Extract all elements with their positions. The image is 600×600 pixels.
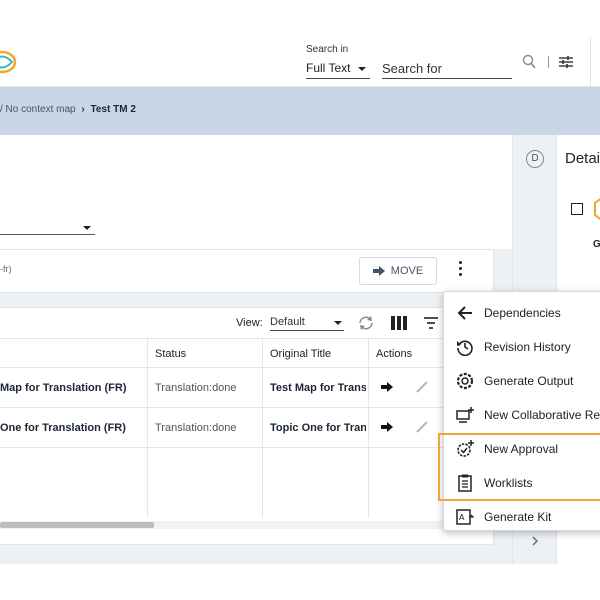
- menu-item-label: Dependencies: [484, 306, 561, 320]
- search-scope-select[interactable]: Full Text: [306, 59, 370, 79]
- chevron-right-icon[interactable]: [530, 535, 540, 547]
- row-status: Translation:done: [155, 382, 237, 394]
- menu-item-generate-output[interactable]: Generate Output: [444, 364, 600, 398]
- menu-item-generate-kit[interactable]: A Generate Kit: [444, 500, 600, 534]
- row-original-title: Topic One for Translation: [270, 422, 366, 434]
- view-value: Default: [270, 316, 305, 328]
- arrow-right-icon[interactable]: [381, 382, 393, 392]
- menu-item-revision-history[interactable]: Revision History: [444, 330, 600, 364]
- row-status: Translation:done: [155, 422, 237, 434]
- history-icon: [457, 340, 473, 356]
- horizontal-scrollbar[interactable]: [0, 521, 494, 529]
- details-badge[interactable]: D: [526, 150, 544, 168]
- row-title[interactable]: Map for Translation (FR): [0, 382, 145, 394]
- menu-item-new-collaborative-review[interactable]: New Collaborative Review: [444, 398, 600, 432]
- caret-down-icon: [83, 226, 91, 230]
- move-label: MOVE: [390, 265, 424, 277]
- gear-output-icon: [456, 372, 474, 390]
- app-window: Search in Full Text Search for / No cont…: [0, 37, 600, 564]
- view-label: View:: [236, 317, 263, 329]
- translate-kit-icon: A: [456, 509, 474, 525]
- results-table-panel: View: Default Status Original Title Acti…: [0, 307, 494, 545]
- main-content: -fr) MOVE View: Default Status Original …: [0, 135, 512, 564]
- search-in-label: Search in: [306, 44, 349, 55]
- row-original-title: Test Map for Translation: [270, 382, 366, 394]
- breadcrumb-separator-icon: ›: [81, 104, 85, 115]
- table-header: Status Original Title Actions: [0, 338, 494, 368]
- scrollbar-thumb[interactable]: [0, 522, 154, 528]
- menu-item-label: New Collaborative Review: [484, 408, 600, 422]
- row-title[interactable]: One for Translation (FR): [0, 422, 145, 434]
- menu-item-dependencies[interactable]: Dependencies: [444, 296, 600, 330]
- breadcrumb-path[interactable]: / No context map: [0, 104, 76, 115]
- filter-icon[interactable]: [424, 317, 438, 329]
- column-header-original-title[interactable]: Original Title: [270, 348, 331, 360]
- hexagon-icon: [594, 198, 600, 220]
- search-icon[interactable]: [522, 54, 536, 70]
- context-panel: [0, 135, 512, 249]
- detail-checkbox[interactable]: [571, 203, 583, 215]
- table-row[interactable]: One for Translation (FR) Translation:don…: [0, 408, 494, 448]
- arrow-right-icon: [372, 266, 385, 276]
- search-input[interactable]: Search for: [382, 59, 512, 79]
- table-row[interactable]: Map for Translation (FR) Translation:don…: [0, 368, 494, 408]
- menu-item-label: Generate Output: [484, 374, 574, 388]
- svg-text:A: A: [459, 513, 465, 522]
- caret-down-icon: [334, 321, 342, 325]
- search-scope-value: Full Text: [306, 61, 351, 75]
- caret-down-icon: [358, 67, 366, 71]
- highlight-outline: [438, 433, 600, 501]
- details-title: Details: [565, 150, 600, 167]
- column-header-status[interactable]: Status: [155, 348, 186, 360]
- context-select[interactable]: [0, 221, 95, 235]
- menu-item-label: Revision History: [484, 340, 571, 354]
- breadcrumb-bar: / No context map › Test TM 2: [0, 87, 600, 135]
- view-select[interactable]: Default: [270, 315, 344, 331]
- header-divider: [548, 56, 549, 68]
- arrow-left-icon: [457, 306, 472, 320]
- pencil-icon[interactable]: [415, 380, 429, 394]
- filter-settings-icon[interactable]: [558, 54, 574, 70]
- column-header-actions: Actions: [376, 348, 413, 360]
- more-options-icon[interactable]: [458, 261, 464, 281]
- breadcrumb-current: Test TM 2: [90, 104, 136, 115]
- breadcrumb: / No context map › Test TM 2: [0, 104, 136, 115]
- app-header: Search in Full Text Search for: [0, 37, 600, 87]
- pencil-icon[interactable]: [415, 420, 429, 434]
- action-bar: -fr) MOVE: [0, 249, 494, 293]
- language-text: -fr): [0, 264, 12, 274]
- detail-group-label: G: [593, 239, 600, 250]
- move-button[interactable]: MOVE: [359, 257, 437, 285]
- arrow-right-icon[interactable]: [381, 422, 393, 432]
- sync-icon[interactable]: [357, 314, 375, 332]
- header-right-divider: [590, 37, 591, 87]
- menu-item-label: Generate Kit: [484, 510, 552, 524]
- columns-icon[interactable]: [391, 316, 407, 330]
- collab-review-icon: [456, 407, 474, 423]
- logo-icon: [0, 50, 17, 74]
